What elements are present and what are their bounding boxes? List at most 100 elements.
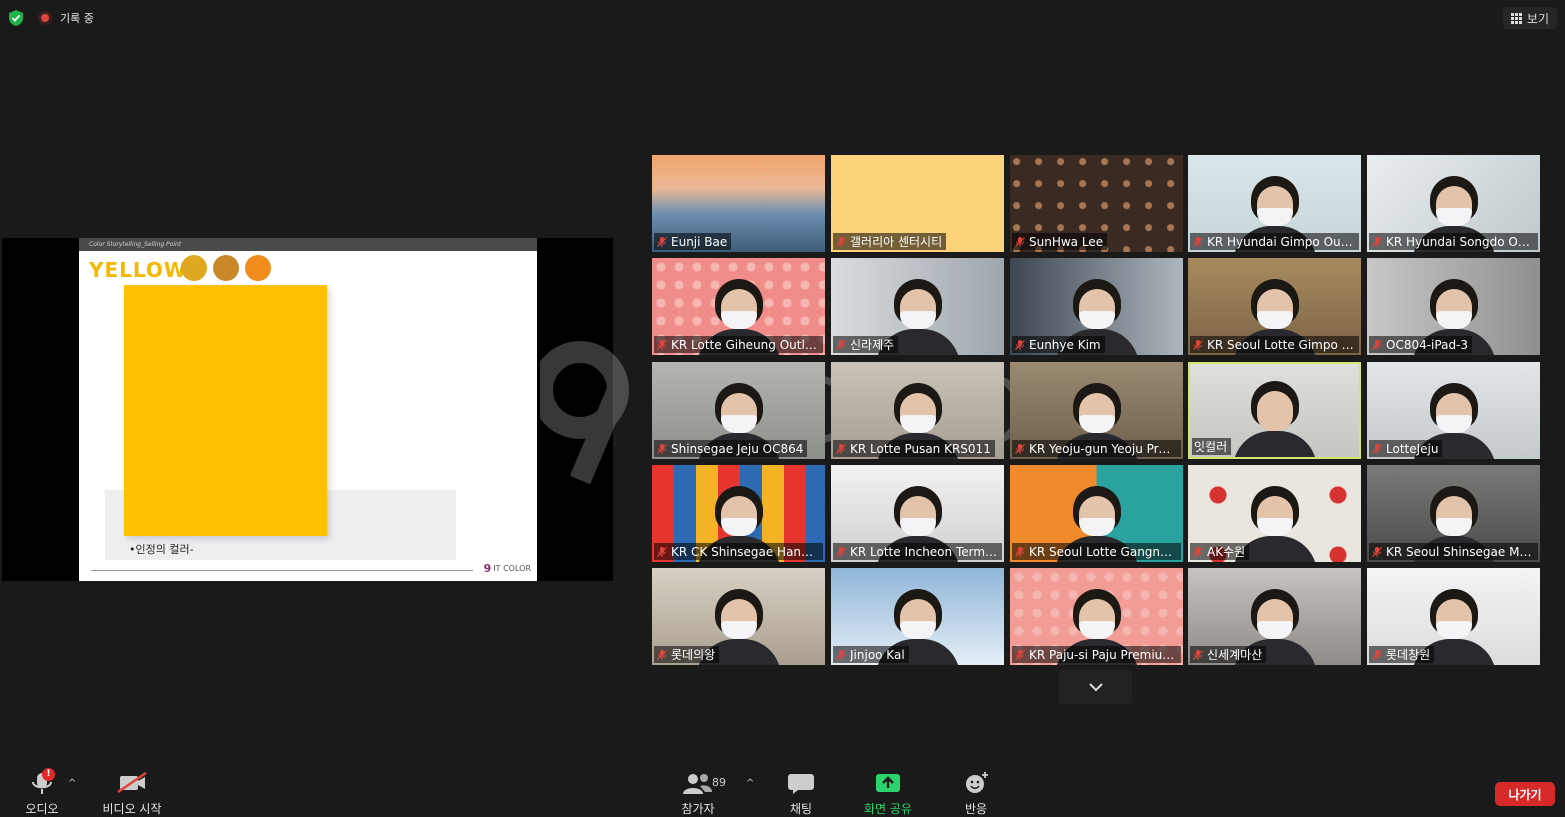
participant-tile[interactable]: SunHwa Lee [1010, 155, 1183, 252]
participant-tile[interactable]: KR Yeoju-gun Yeoju Pre... [1010, 362, 1183, 459]
participant-name-tag: LotteJeju [1369, 440, 1443, 457]
participant-name-tag: Jinjoo Kal [833, 646, 909, 663]
mic-muted-icon [1015, 546, 1025, 557]
participants-options-caret[interactable]: ^ [746, 778, 754, 789]
participant-tile[interactable]: KR Paju-si Paju Premium... [1010, 568, 1183, 665]
emoji-reaction-icon [966, 772, 988, 793]
record-icon [38, 11, 52, 25]
participant-tile[interactable]: 잇컬러 [1188, 362, 1361, 459]
shared-screen[interactable]: Color Storytelling_Selling Point YELLOW … [2, 238, 613, 581]
participant-name-tag: Eunji Bae [654, 233, 732, 250]
participant-name: 갤러리아 센터시티 [850, 235, 943, 249]
mic-muted-icon [657, 236, 667, 247]
participant-name-tag: Eunhye Kim [1012, 336, 1105, 353]
participant-name: KR Hyundai Gimpo Outl... [1207, 234, 1355, 249]
participant-tile[interactable]: Jinjoo Kal [831, 568, 1004, 665]
participant-name: KR Lotte Pusan KRS011 [850, 441, 991, 456]
audio-warning-badge: ! [42, 768, 55, 781]
participant-tile[interactable]: Shinsegae Jeju OC864 [652, 362, 825, 459]
participant-tile[interactable]: 갤러리아 센터시티 [831, 155, 1004, 252]
audio-button[interactable]: ! 오디오 [22, 768, 62, 817]
participant-name: KR Paju-si Paju Premium... [1029, 647, 1177, 662]
participant-tile[interactable]: OC804-iPad-3 [1367, 258, 1540, 355]
participant-tile[interactable]: KR Hyundai Gimpo Outl... [1188, 155, 1361, 252]
participant-name: Eunhye Kim [1029, 337, 1101, 352]
mic-muted-icon [1015, 649, 1025, 660]
participant-tile[interactable]: LotteJeju [1367, 362, 1540, 459]
participant-name-tag: 잇컬러 [1192, 438, 1232, 455]
audio-options-caret[interactable]: ^ [68, 778, 76, 789]
participant-name: 롯데의왕 [671, 648, 716, 662]
participant-tile[interactable]: 롯데창원 [1367, 568, 1540, 665]
leave-meeting-button[interactable]: 나가기 [1495, 782, 1555, 806]
recording-indicator[interactable]: 기록 중 [38, 9, 94, 27]
logo-text: IT COLOR [493, 564, 531, 573]
mic-muted-icon [1372, 443, 1382, 454]
participant-name: KR Hyundai Songdo Out... [1386, 234, 1534, 249]
participant-name: KR Seoul Lotte Gimpo K... [1207, 337, 1355, 352]
mic-muted-icon [836, 339, 846, 350]
participant-tile[interactable]: KR CK Shinsegae Hana... [652, 465, 825, 562]
participant-name-tag: KR CK Shinsegae Hana... [654, 543, 823, 560]
participant-name: 신라제주 [850, 338, 895, 352]
participant-tile[interactable]: 신세계마산 [1188, 568, 1361, 665]
participant-name: Eunji Bae [671, 234, 728, 249]
participant-name-tag: SunHwa Lee [1012, 233, 1108, 250]
participant-name: AK수원 [1207, 545, 1246, 559]
participant-tile[interactable]: KR Lotte Pusan KRS011 [831, 362, 1004, 459]
view-button[interactable]: 보기 [1502, 7, 1557, 29]
participant-name-tag: KR Seoul Lotte Gimpo K... [1190, 336, 1359, 353]
mic-muted-icon [1372, 649, 1382, 660]
participant-tile[interactable]: KR Seoul Shinsegae Mai... [1367, 465, 1540, 562]
mic-muted-icon [657, 443, 667, 454]
participant-name-tag: KR Lotte Incheon Termin... [833, 543, 1002, 560]
video-off-icon [117, 771, 147, 794]
participant-tile[interactable]: KR Lotte Giheung Outlet... [652, 258, 825, 355]
participant-tile[interactable]: KR Hyundai Songdo Out... [1367, 155, 1540, 252]
grid-view-icon [1510, 13, 1522, 24]
audio-label: 오디오 [25, 802, 59, 816]
participant-name-tag: KR Paju-si Paju Premium... [1012, 646, 1181, 663]
participant-tile[interactable]: KR Seoul Lotte Gangna... [1010, 465, 1183, 562]
slide-header: Color Storytelling_Selling Point [79, 238, 537, 251]
participant-name-tag: AK수원 [1190, 543, 1250, 560]
chat-button[interactable]: 채팅 [783, 770, 819, 817]
participant-name: 잇컬러 [1194, 440, 1228, 454]
mic-muted-icon [1193, 546, 1203, 557]
mic-muted-icon [1193, 649, 1203, 660]
reactions-button[interactable]: 반응 [958, 770, 994, 817]
slide-caption: •인정의 컬러- [129, 543, 194, 556]
participant-name: OC804-iPad-3 [1386, 337, 1469, 352]
share-screen-button[interactable]: 화면 공유 [862, 770, 914, 817]
mic-muted-icon [836, 649, 846, 660]
yellow-color-block [124, 285, 327, 536]
mic-muted-icon [657, 649, 667, 660]
gallery-next-button[interactable] [1059, 670, 1132, 704]
top-bar: 기록 중 보기 [0, 0, 1565, 36]
participant-tile[interactable]: KR Seoul Lotte Gimpo K... [1188, 258, 1361, 355]
mic-muted-icon [1015, 339, 1025, 350]
participants-button[interactable]: 89 참가자 [678, 770, 726, 817]
participant-tile[interactable]: AK수원 [1188, 465, 1361, 562]
view-label: 보기 [1526, 11, 1549, 26]
shield-check-icon[interactable] [7, 9, 25, 27]
mic-muted-icon [1193, 236, 1203, 247]
participant-tile[interactable]: Eunji Bae [652, 155, 825, 252]
mic-muted-icon [1015, 236, 1025, 247]
share-screen-icon [876, 774, 900, 792]
participant-tile[interactable]: 롯데의왕 [652, 568, 825, 665]
slide-divider [91, 570, 473, 571]
participant-name: Jinjoo Kal [850, 647, 905, 662]
video-label: 비디오 시작 [102, 802, 162, 816]
start-video-button[interactable]: 비디오 시작 [100, 770, 164, 817]
participant-name-tag: KR Seoul Lotte Gangna... [1012, 543, 1181, 560]
participant-tile[interactable]: 신라제주 [831, 258, 1004, 355]
participant-tile[interactable]: KR Lotte Incheon Termin... [831, 465, 1004, 562]
participant-name-tag: 신라제주 [833, 336, 899, 353]
participant-tile[interactable]: Eunhye Kim [1010, 258, 1183, 355]
participant-name-tag: KR Hyundai Songdo Out... [1369, 233, 1538, 250]
chevron-down-icon [1088, 683, 1103, 692]
participant-gallery: Eunji Bae 갤러리아 센터시티 SunHwa Lee KR Hyundai G… [652, 155, 1540, 665]
participant-name-tag: KR Lotte Pusan KRS011 [833, 440, 995, 457]
mic-muted-icon [1372, 236, 1382, 247]
